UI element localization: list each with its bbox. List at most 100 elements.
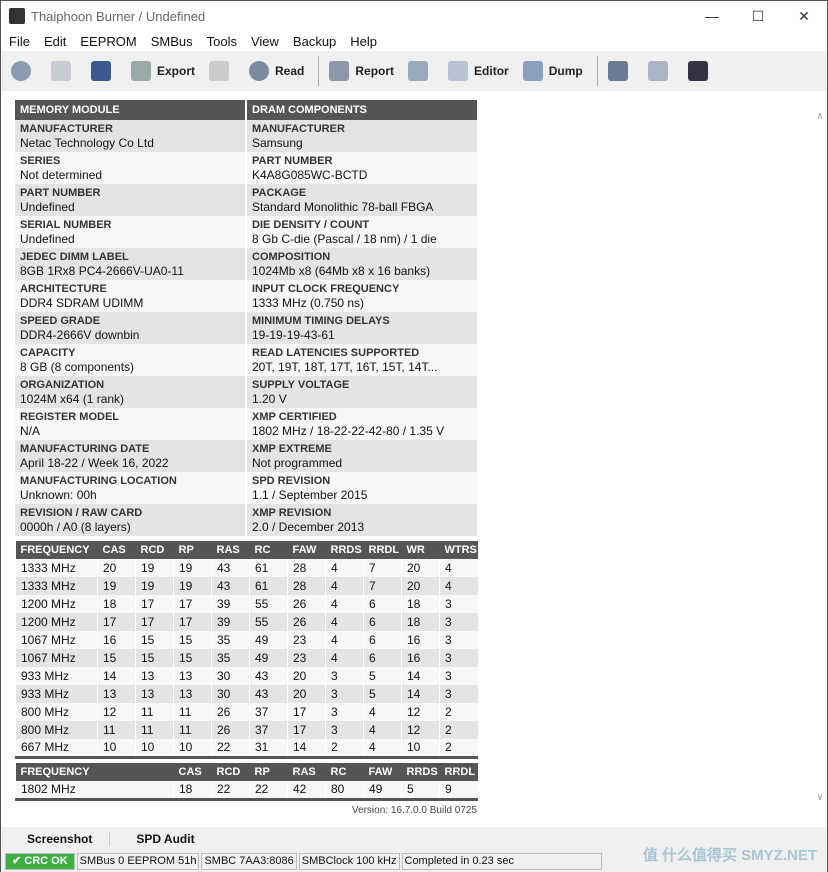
folder-icon — [51, 61, 71, 81]
table-cell: 4 — [325, 577, 364, 595]
table-cell: 3 — [325, 703, 364, 721]
info-label: PACKAGE — [252, 187, 307, 199]
table-cell: 30 — [211, 667, 250, 685]
table-cell: 933 MHz — [15, 685, 98, 703]
table-cell: 2 — [439, 739, 478, 757]
info-value: 20T, 19T, 18T, 17T, 16T, 15T, 14T... — [252, 360, 438, 374]
table-cell: 1200 MHz — [15, 595, 98, 613]
table-cell: 2 — [439, 703, 478, 721]
table-cell: 3 — [325, 667, 364, 685]
menu-eeprom[interactable]: EEPROM — [80, 34, 136, 49]
menu-edit[interactable]: Edit — [44, 34, 66, 49]
info-value: 19-19-19-43-61 — [252, 328, 335, 342]
editor-button[interactable]: Editor — [448, 61, 509, 81]
table-cell: 17 — [287, 721, 326, 739]
column-header: CAS — [173, 763, 212, 781]
menu-help[interactable]: Help — [350, 34, 377, 49]
table-cell: 55 — [249, 595, 288, 613]
export-label: Export — [157, 64, 196, 78]
table-cell: 6 — [363, 631, 402, 649]
info-label: SERIAL NUMBER — [20, 219, 112, 231]
table-cell: 6 — [363, 595, 402, 613]
waveform-icon — [687, 61, 708, 81]
info-cell-left: JEDEC DIMM LABEL 8GB 1Rx8 PC4-2666V-UA0-1… — [15, 248, 245, 280]
table-cell: 667 MHz — [15, 739, 98, 757]
table-cell: 3 — [325, 685, 364, 703]
minimize-button[interactable]: — — [689, 1, 735, 31]
info-cell-right: PACKAGE Standard Monolithic 78-ball FBGA — [247, 184, 477, 216]
table-cell: 17 — [173, 613, 212, 631]
info-label: DIE DENSITY / COUNT — [252, 219, 370, 231]
table-cell: 5 — [363, 667, 402, 685]
report-button[interactable]: Report — [329, 61, 394, 81]
table-cell: 49 — [363, 781, 402, 799]
info-label: XMP EXTREME — [252, 443, 332, 455]
table-cell: 17 — [135, 595, 174, 613]
info-value: Not determined — [20, 168, 103, 182]
table-cell: 17 — [173, 595, 212, 613]
column-header: RP — [173, 541, 212, 559]
info-cell-right: MINIMUM TIMING DELAYS 19-19-19-43-61 — [247, 312, 477, 344]
info-cell-right: MANUFACTURER Samsung — [247, 120, 477, 152]
info-cell-right: DIE DENSITY / COUNT 8 Gb C-die (Pascal / … — [247, 216, 477, 248]
info-value: Not programmed — [252, 456, 343, 470]
info-cell-right: PART NUMBER K4A8G085WC-BCTD — [247, 152, 477, 184]
settings-button[interactable] — [11, 61, 37, 81]
info-value: K4A8G085WC-BCTD — [252, 168, 368, 182]
table-cell: 4 — [325, 595, 364, 613]
lock-button[interactable] — [209, 61, 235, 81]
menu-tools[interactable]: Tools — [207, 34, 237, 49]
table-cell: 2 — [325, 739, 364, 757]
table-cell: 16 — [97, 631, 136, 649]
table-cell: 3 — [439, 631, 478, 649]
info-value: 1024M x64 (1 rank) — [20, 392, 125, 406]
close-button[interactable]: ✕ — [781, 1, 827, 31]
waveform-button[interactable] — [687, 61, 714, 81]
table-row: 1333 MHz 19 19 19 43 61 28 4 7 20 4 — [15, 577, 478, 595]
menu-file[interactable]: File — [9, 34, 30, 49]
info-label: PART NUMBER — [20, 187, 101, 199]
save-button[interactable] — [91, 61, 117, 81]
report-panel: MEMORY MODULE DRAM COMPONENTS MANUFACTUR… — [1, 93, 813, 825]
table-cell: 14 — [97, 667, 136, 685]
info-cell-left: CAPACITY 8 GB (8 components) — [15, 344, 245, 376]
dump-button[interactable]: Dump — [522, 61, 583, 81]
scan-icon — [607, 61, 628, 81]
menu-smbus[interactable]: SMBus — [151, 34, 193, 49]
column-header: RRDL — [363, 541, 402, 559]
read-label: Read — [275, 64, 305, 78]
table-cell: 43 — [211, 559, 250, 577]
tools-button[interactable] — [408, 61, 434, 81]
info-cell-right: READ LATENCIES SUPPORTED 20T, 19T, 18T, 1… — [247, 344, 477, 376]
vertical-scrollbar[interactable]: ∧ ∨ — [813, 93, 827, 825]
scan-button[interactable] — [607, 61, 634, 81]
open-button[interactable] — [51, 61, 77, 81]
table-row: 933 MHz 14 13 13 30 43 20 3 5 14 3 — [15, 667, 478, 685]
crc-label: CRC OK — [24, 855, 68, 867]
menu-backup[interactable]: Backup — [293, 34, 336, 49]
report-label: Report — [355, 64, 395, 78]
menu-view[interactable]: View — [251, 34, 279, 49]
info-value: Standard Monolithic 78-ball FBGA — [252, 200, 434, 214]
gear-icon — [11, 61, 31, 81]
copy-button[interactable] — [647, 61, 674, 81]
read-button[interactable]: Read — [249, 61, 304, 81]
table-cell: 6 — [363, 649, 402, 667]
tab-screenshot[interactable]: Screenshot — [1, 832, 111, 846]
info-value: 1.1 / September 2015 — [252, 488, 368, 502]
table-row: 667 MHz 10 10 10 22 31 14 2 4 10 2 — [15, 739, 478, 757]
info-cell-right: SPD REVISION 1.1 / September 2015 — [247, 472, 477, 504]
info-value: 1333 MHz (0.750 ns) — [252, 296, 365, 310]
table-cell: 14 — [287, 739, 326, 757]
info-cell-left: REGISTER MODEL N/A — [15, 408, 245, 440]
export-button[interactable]: Export — [131, 61, 195, 81]
table-cell: 31 — [249, 739, 288, 757]
table-cell: 22 — [211, 781, 250, 799]
tab-spd-audit[interactable]: SPD Audit — [110, 832, 211, 846]
dump-label: Dump — [548, 64, 583, 78]
maximize-button[interactable]: ☐ — [735, 1, 781, 31]
info-cell-right: XMP CERTIFIED 1802 MHz / 18-22-22-42-80 /… — [247, 408, 477, 440]
table-cell: 17 — [135, 613, 174, 631]
info-cell-left: MANUFACTURER Netac Technology Co Ltd — [15, 120, 245, 152]
table-cell: 1067 MHz — [15, 649, 98, 667]
